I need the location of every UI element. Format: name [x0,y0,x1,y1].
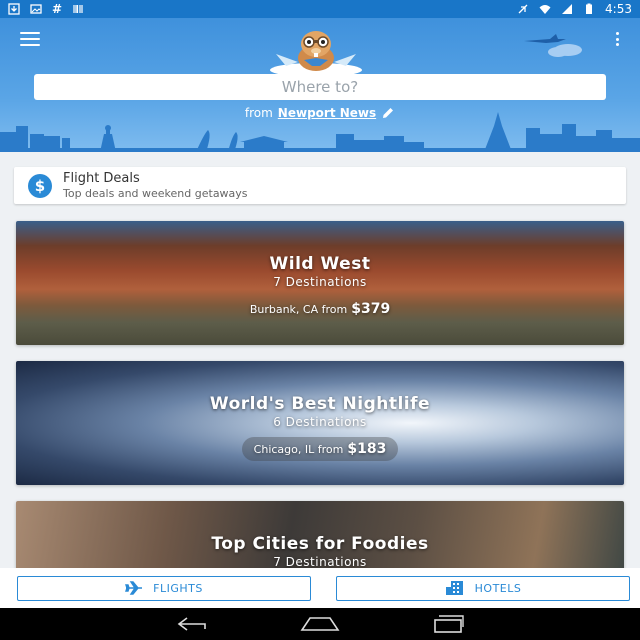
status-time: 4:53 [605,2,632,16]
hotels-tab-button[interactable]: HOTELS [336,575,630,601]
flights-tab-label: FLIGHTS [153,581,203,595]
destination-price: $379 [351,301,391,317]
destination-card-wild-west[interactable]: Wild West 7 Destinations Burbank, CA fro… [16,221,624,345]
photo-icon [30,4,42,14]
destination-from-text: Burbank, CA from [249,303,348,316]
destination-content: World's Best Nightlife 6 Destinations Ch… [16,394,624,461]
destination-card-nightlife[interactable]: World's Best Nightlife 6 Destinations Ch… [16,361,624,485]
destination-from-text: Chicago, IL from [253,443,344,456]
header: Where to? from Newport News [0,18,640,152]
flights-tab-button[interactable]: FLIGHTS [17,575,311,601]
dollar-icon: $ [28,173,52,198]
destination-content: Wild West 7 Destinations Burbank, CA fro… [16,254,624,321]
plane-cloud-icon [524,34,582,57]
destination-price-pill: Burbank, CA from $379 [238,297,402,321]
mascot-logo [270,31,362,76]
flight-deals-title: Flight Deals [63,171,140,186]
bottom-tab-bar: FLIGHTS HOTELS [0,568,640,608]
status-bar: # 4:53 [0,0,640,18]
destination-title: Top Cities for Foodies [211,534,429,554]
search-input[interactable]: Where to? [34,74,606,100]
system-nav-bar [0,608,640,640]
signal-icon [562,4,573,14]
plane-icon [125,581,143,595]
mute-icon [518,4,528,14]
overflow-icon[interactable] [614,32,620,46]
battery-icon [586,3,593,14]
destination-count: 6 Destinations [273,415,367,429]
destination-content: Top Cities for Foodies 7 Destinations [16,534,624,569]
destination-price-pill: Chicago, IL from $183 [241,437,399,461]
status-right: 4:53 [517,2,632,16]
back-icon[interactable] [173,612,213,636]
wifi-icon [539,5,551,14]
hashtag-icon: # [52,2,63,16]
destination-title: Wild West [269,254,371,274]
flight-deals-card[interactable]: $ Flight Deals Top deals and weekend get… [14,167,626,204]
flight-deals-text: Flight Deals Top deals and weekend getaw… [63,171,248,200]
menu-icon[interactable] [20,32,40,46]
destination-count: 7 Destinations [273,555,367,569]
barcode-icon [73,5,83,13]
flight-deals-subtitle: Top deals and weekend getaways [63,187,248,200]
city-skyline [0,112,640,152]
home-icon[interactable] [300,612,340,636]
destination-title: World's Best Nightlife [209,394,431,414]
recents-icon[interactable] [427,612,467,636]
hotel-icon [445,581,463,595]
status-left: # [8,2,84,16]
download-icon [8,3,20,15]
hotels-tab-label: HOTELS [474,581,522,595]
destination-count: 7 Destinations [273,275,367,289]
destination-price: $183 [347,441,387,457]
